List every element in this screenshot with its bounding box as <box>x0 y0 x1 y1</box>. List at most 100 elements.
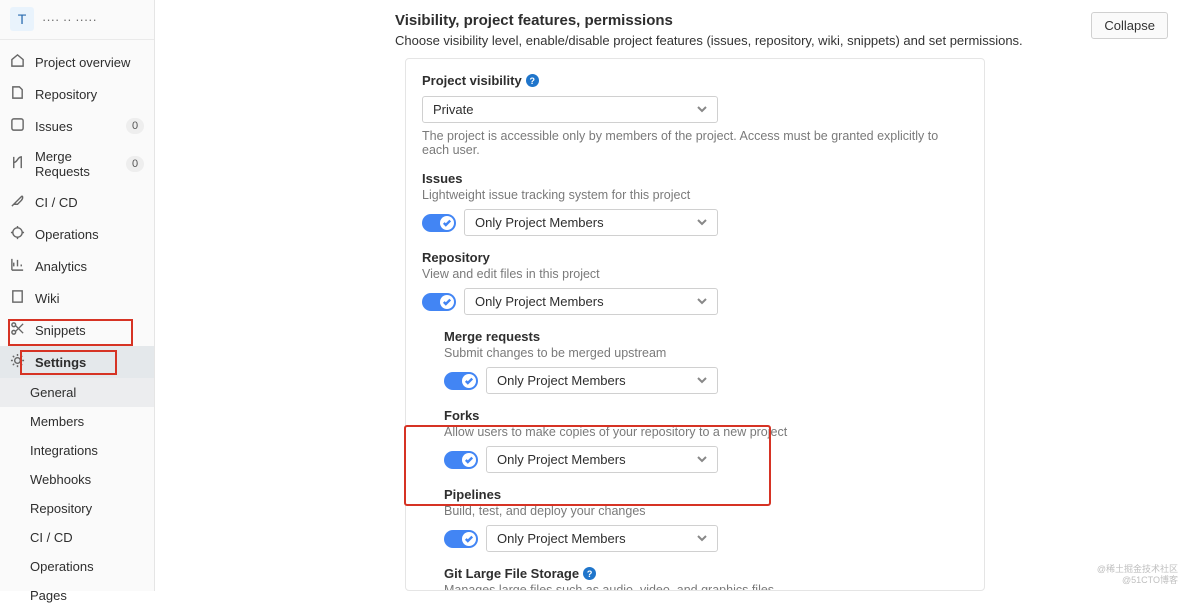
cloud-icon <box>10 225 25 243</box>
merge-select-value: Only Project Members <box>497 373 626 388</box>
pipelines-toggle[interactable] <box>444 530 478 548</box>
visibility-value: Private <box>433 102 473 117</box>
doc-icon <box>10 85 25 103</box>
merge-icon <box>10 155 25 173</box>
sidebar-item-label: Settings <box>35 355 86 370</box>
sidebar-item-label: Merge Requests <box>35 149 116 179</box>
visibility-select[interactable]: Private <box>422 96 718 123</box>
repository-title: Repository <box>422 250 968 265</box>
sidebar-header: T ···· ·· ····· <box>0 7 154 40</box>
feature-repository: Repository View and edit files in this p… <box>422 250 968 591</box>
forks-title: Forks <box>444 408 968 423</box>
repository-desc: View and edit files in this project <box>422 267 968 281</box>
gear-icon <box>10 353 25 371</box>
toggle-knob <box>462 532 476 546</box>
sub-item-webhooks[interactable]: Webhooks <box>0 465 154 494</box>
toggle-knob <box>462 374 476 388</box>
sidebar-item-settings[interactable]: Settings <box>0 346 154 378</box>
repository-select[interactable]: Only Project Members <box>464 288 718 315</box>
sidebar-item-label: Project overview <box>35 55 130 70</box>
sub-item-members[interactable]: Members <box>0 407 154 436</box>
pipelines-title: Pipelines <box>444 487 968 502</box>
feature-lfs: Git Large File Storage ? Manages large f… <box>444 566 968 591</box>
sidebar-item-label: Analytics <box>35 259 87 274</box>
settings-sublist: General Members Integrations Webhooks Re… <box>0 378 154 610</box>
help-icon[interactable]: ? <box>583 567 596 580</box>
issues-icon <box>10 117 25 135</box>
issues-toggle[interactable] <box>422 214 456 232</box>
chevron-down-icon <box>697 294 707 309</box>
nav-list: Project overview Repository Issues 0 Mer… <box>0 40 154 378</box>
sidebar-item-ci-cd[interactable]: CI / CD <box>0 186 154 218</box>
lfs-desc: Manages large files such as audio, video… <box>444 583 968 591</box>
forks-toggle[interactable] <box>444 451 478 469</box>
sidebar-item-operations[interactable]: Operations <box>0 218 154 250</box>
forks-desc: Allow users to make copies of your repos… <box>444 425 968 439</box>
scissors-icon <box>10 321 25 339</box>
visibility-label: Project visibility ? <box>422 73 968 88</box>
sub-item-repository[interactable]: Repository <box>0 494 154 523</box>
sidebar: T ···· ·· ····· Project overview Reposit… <box>0 0 155 591</box>
project-avatar[interactable]: T <box>10 7 34 31</box>
sub-item-integrations[interactable]: Integrations <box>0 436 154 465</box>
project-name: ···· ·· ····· <box>42 12 97 27</box>
toggle-knob <box>440 295 454 309</box>
sidebar-item-project-overview[interactable]: Project overview <box>0 46 154 78</box>
section-title: Visibility, project features, permission… <box>395 12 1091 29</box>
merge-desc: Submit changes to be merged upstream <box>444 346 968 360</box>
feature-merge-requests: Merge requests Submit changes to be merg… <box>444 329 968 394</box>
sidebar-item-snippets[interactable]: Snippets <box>0 314 154 346</box>
home-icon <box>10 53 25 71</box>
chevron-down-icon <box>697 452 707 467</box>
chart-icon <box>10 257 25 275</box>
repository-toggle[interactable] <box>422 293 456 311</box>
sidebar-item-label: Wiki <box>35 291 60 306</box>
sidebar-item-label: Issues <box>35 119 73 134</box>
main-content: Visibility, project features, permission… <box>155 0 1184 591</box>
sidebar-item-issues[interactable]: Issues 0 <box>0 110 154 142</box>
visibility-desc: The project is accessible only by member… <box>422 129 968 157</box>
chevron-down-icon <box>697 373 707 388</box>
issues-count-badge: 0 <box>126 118 144 134</box>
sidebar-item-merge-requests[interactable]: Merge Requests 0 <box>0 142 154 186</box>
issues-title: Issues <box>422 171 968 186</box>
pipelines-select-value: Only Project Members <box>497 531 626 546</box>
pipelines-desc: Build, test, and deploy your changes <box>444 504 968 518</box>
chevron-down-icon <box>697 215 707 230</box>
sub-item-pages[interactable]: Pages <box>0 581 154 610</box>
merge-title: Merge requests <box>444 329 968 344</box>
section-desc: Choose visibility level, enable/disable … <box>395 33 1091 48</box>
issues-desc: Lightweight issue tracking system for th… <box>422 188 968 202</box>
sidebar-item-repository[interactable]: Repository <box>0 78 154 110</box>
feature-pipelines: Pipelines Build, test, and deploy your c… <box>444 487 968 552</box>
merge-select[interactable]: Only Project Members <box>486 367 718 394</box>
toggle-knob <box>462 453 476 467</box>
sidebar-item-label: CI / CD <box>35 195 78 210</box>
forks-select[interactable]: Only Project Members <box>486 446 718 473</box>
collapse-button[interactable]: Collapse <box>1091 12 1168 39</box>
rocket-icon <box>10 193 25 211</box>
merge-count-badge: 0 <box>126 156 144 172</box>
chevron-down-icon <box>697 102 707 117</box>
sidebar-item-wiki[interactable]: Wiki <box>0 282 154 314</box>
section-header: Visibility, project features, permission… <box>155 0 1184 56</box>
merge-toggle[interactable] <box>444 372 478 390</box>
sidebar-item-analytics[interactable]: Analytics <box>0 250 154 282</box>
sub-item-general[interactable]: General <box>0 378 154 407</box>
sub-item-operations[interactable]: Operations <box>0 552 154 581</box>
book-icon <box>10 289 25 307</box>
feature-issues: Issues Lightweight issue tracking system… <box>422 171 968 236</box>
settings-panel: Project visibility ? Private The project… <box>405 58 985 591</box>
pipelines-select[interactable]: Only Project Members <box>486 525 718 552</box>
sidebar-item-label: Snippets <box>35 323 86 338</box>
help-icon[interactable]: ? <box>526 74 539 87</box>
sub-item-ci-cd[interactable]: CI / CD <box>0 523 154 552</box>
issues-select-value: Only Project Members <box>475 215 604 230</box>
lfs-title: Git Large File Storage ? <box>444 566 968 581</box>
toggle-knob <box>440 216 454 230</box>
sidebar-item-label: Repository <box>35 87 97 102</box>
sidebar-item-label: Operations <box>35 227 99 242</box>
chevron-down-icon <box>697 531 707 546</box>
feature-forks: Forks Allow users to make copies of your… <box>444 408 968 473</box>
issues-select[interactable]: Only Project Members <box>464 209 718 236</box>
